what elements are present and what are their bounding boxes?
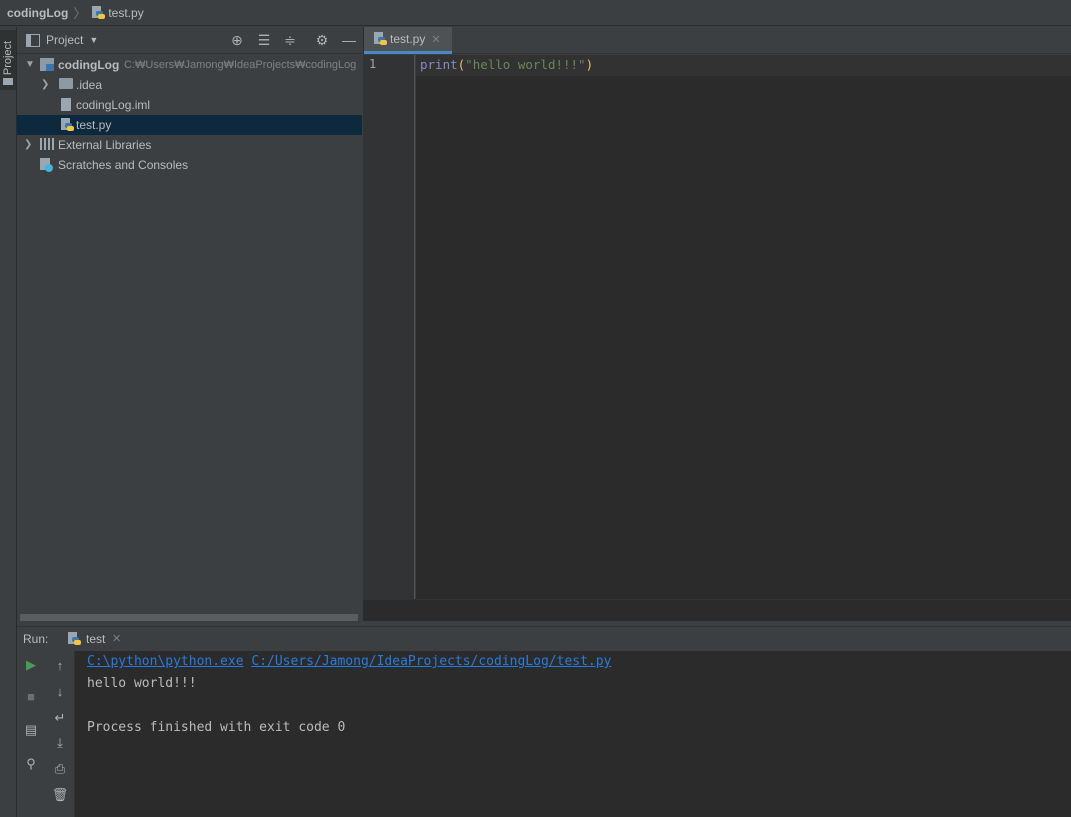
tab-test-py[interactable]: test.py ✕	[364, 27, 452, 54]
run-tab-label: test	[86, 632, 106, 646]
script-link[interactable]: C:/Users/Jamong/IdeaProjects/codingLog/t…	[251, 654, 611, 669]
tree-item-external-libraries[interactable]: ❯ External Libraries	[17, 135, 362, 155]
tree-item-test-py[interactable]: test.py	[17, 115, 362, 135]
run-console[interactable]: C:\python\python.exe C:/Users/Jamong/Ide…	[75, 651, 1071, 817]
run-toolbar: ▶ ■ ▤ ⚲	[17, 651, 45, 817]
console-output: hello world!!!	[87, 676, 197, 691]
project-folder-icon	[40, 58, 54, 71]
project-tree: ▼ codingLog C:₩Users₩Jamong₩IdeaProjects…	[17, 55, 362, 615]
print-icon[interactable]: ⎙	[51, 760, 69, 778]
breadcrumb-project[interactable]: codingLog	[7, 6, 68, 20]
scratches-icon	[40, 158, 53, 172]
code-string: "hello world!!!"	[465, 57, 586, 72]
chevron-right-icon[interactable]: ❯	[41, 75, 49, 95]
python-file-icon	[91, 5, 106, 20]
close-icon[interactable]: ✕	[112, 632, 121, 645]
tree-item-label: Scratches and Consoles	[58, 158, 189, 172]
tree-item-root[interactable]: ▼ codingLog C:₩Users₩Jamong₩IdeaProjects…	[17, 55, 362, 75]
trash-icon[interactable]: 🗑	[51, 786, 69, 804]
pin-icon[interactable]: ⚲	[22, 755, 40, 773]
run-label: Run:	[23, 632, 49, 646]
editor-gutter: 1	[363, 55, 415, 599]
line-number: 1	[369, 57, 377, 71]
down-arrow-icon[interactable]: ↓	[51, 683, 69, 701]
soft-wrap-icon[interactable]: ↵	[51, 709, 69, 727]
scroll-to-end-icon[interactable]: ⤓	[51, 734, 69, 752]
horizontal-scrollbar[interactable]	[20, 614, 358, 621]
code-editor[interactable]: print("hello world!!!")	[416, 55, 1071, 599]
navigation-bar: codingLog 〉 test.py	[0, 0, 1071, 26]
chevron-down-icon[interactable]: ▼	[25, 55, 35, 75]
run-icon[interactable]: ▶	[22, 656, 40, 674]
tree-item-idea[interactable]: ❯ .idea	[17, 75, 362, 95]
locate-icon[interactable]: ⊕	[228, 31, 246, 49]
code-line[interactable]: print("hello world!!!")	[420, 57, 593, 72]
console-command-line: C:\python\python.exe C:/Users/Jamong/Ide…	[87, 654, 611, 669]
interpreter-link[interactable]: C:\python\python.exe	[87, 654, 244, 669]
stop-icon[interactable]: ■	[22, 688, 40, 706]
project-view-icon	[26, 33, 40, 47]
python-file-icon	[373, 32, 387, 46]
minimize-icon[interactable]: —	[340, 31, 358, 49]
editor-bottom-strip	[363, 599, 1071, 621]
tab-label: test.py	[390, 32, 426, 46]
breadcrumb-separator: 〉	[73, 6, 87, 21]
layout-icon[interactable]: ▤	[22, 721, 40, 739]
code-close-paren: )	[585, 57, 594, 72]
tree-item-label: codingLog.iml	[76, 98, 151, 112]
tree-root-path: C:₩Users₩Jamong₩IdeaProjects₩codingLog	[124, 59, 357, 71]
expand-all-icon[interactable]: ☰	[255, 31, 273, 49]
console-exit-message: Process finished with exit code 0	[87, 720, 346, 735]
console-toolbar: ↑ ↓ ↵ ⤓ ⎙ 🗑	[46, 651, 75, 817]
tree-item-label: External Libraries	[58, 138, 152, 152]
tree-root-label: codingLog	[58, 58, 120, 72]
code-function: print	[420, 57, 458, 72]
tree-item-iml[interactable]: codingLog.iml	[17, 95, 362, 115]
up-arrow-icon[interactable]: ↑	[51, 657, 69, 675]
left-tool-stripe	[0, 27, 17, 817]
breadcrumb-file[interactable]: test.py	[108, 6, 143, 20]
collapse-all-icon[interactable]: ≑	[281, 31, 299, 49]
close-icon[interactable]: ✕	[431, 33, 440, 46]
project-panel-header: Project ▼ ⊕ ☰ ≑ ⚙ —	[17, 27, 362, 54]
folder-icon	[59, 78, 73, 89]
library-icon	[40, 138, 54, 150]
module-file-icon	[61, 98, 71, 111]
gear-icon[interactable]: ⚙	[313, 31, 331, 49]
folder-icon	[3, 78, 13, 85]
tree-item-scratches[interactable]: Scratches and Consoles	[17, 155, 362, 175]
editor-tab-bar: test.py ✕	[363, 27, 1071, 54]
python-file-icon	[60, 118, 74, 132]
tree-item-label: test.py	[76, 118, 112, 132]
tree-item-label: .idea	[76, 78, 103, 92]
chevron-down-icon[interactable]: ▼	[89, 35, 98, 45]
project-stripe-label: Project	[2, 40, 14, 76]
project-tool-window-button[interactable]: Project	[0, 30, 16, 90]
run-panel-header: Run: test ✕	[17, 626, 1071, 655]
python-file-icon	[67, 632, 81, 646]
chevron-right-icon[interactable]: ❯	[24, 135, 32, 155]
project-view-selector[interactable]: Project	[46, 33, 83, 47]
